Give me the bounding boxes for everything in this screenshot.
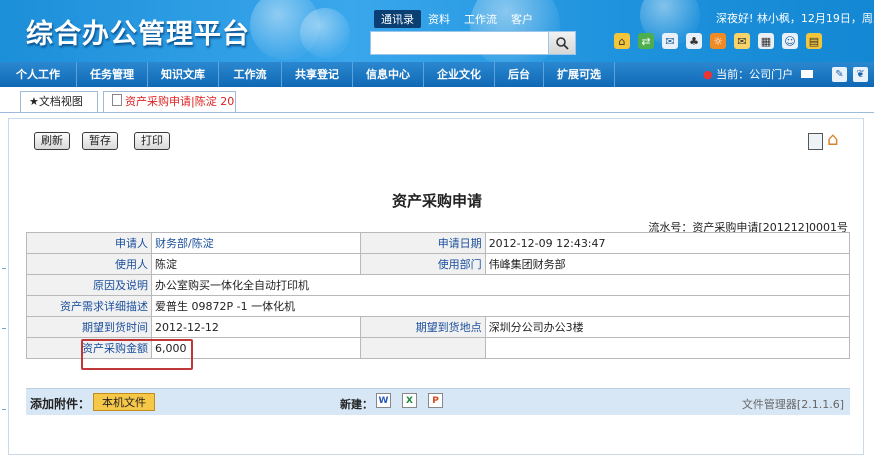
tab-document-view[interactable]: ★文档视图 xyxy=(20,91,98,112)
save-draft-button[interactable]: 暂存 xyxy=(82,132,118,150)
amount-highlight-box xyxy=(81,339,193,370)
mail-icon[interactable]: ✉ xyxy=(734,33,750,49)
sun-icon[interactable]: ☼ xyxy=(710,33,726,49)
quick-icons: ⌂ ⇄ ✉ ♣ ☼ ✉ ▦ ☺ ▤ xyxy=(614,33,822,49)
excel-doc-icon[interactable]: X xyxy=(402,393,417,408)
value-reason: 办公室购买一体化全自动打印机 xyxy=(151,274,850,296)
search-button[interactable] xyxy=(548,31,576,55)
top-tab-materials[interactable]: 资料 xyxy=(421,10,457,28)
new-label: 新建： xyxy=(340,398,373,411)
nav-knowledge-library[interactable]: 知识文库 xyxy=(148,62,219,87)
leaf-icon[interactable]: ❦ xyxy=(853,67,868,82)
app-header: 综合办公管理平台 通讯录 资料 工作流 客户 深夜好! 林小枫，12月19日，周… xyxy=(0,0,874,62)
table-row: 使用人 陈淀 使用部门 伟峰集团财务部 xyxy=(26,253,851,275)
top-tab-customers[interactable]: 客户 xyxy=(504,10,540,28)
attachment-label: 添加附件： xyxy=(30,397,91,411)
label-empty xyxy=(359,337,486,359)
search-input[interactable] xyxy=(370,31,576,55)
top-tab-contacts[interactable]: 通讯录 xyxy=(374,10,421,28)
dot-icon: ● xyxy=(703,68,713,81)
pencil-icon[interactable]: ✎ xyxy=(832,67,847,82)
attachment-bar: 添加附件： 本机文件 新建： W X P 文件管理器[2.1.1.6] xyxy=(26,388,850,415)
nav-shared-register[interactable]: 共享登记 xyxy=(282,62,353,87)
label-description: 资产需求详细描述 xyxy=(26,295,152,317)
side-marker xyxy=(2,268,6,269)
table-row: 资产需求详细描述 爱普生 09872P -1 一体化机 xyxy=(26,295,850,317)
sync-icon[interactable]: ⇄ xyxy=(638,33,654,49)
file-manager-link[interactable]: 文件管理器[2.1.1.6] xyxy=(742,396,844,412)
app-logo: 综合办公管理平台 xyxy=(26,19,250,50)
top-tab-workflow[interactable]: 工作流 xyxy=(457,10,504,28)
label-applicant: 申请人 xyxy=(26,232,152,254)
nav-extensions[interactable]: 扩展可选 xyxy=(544,62,615,87)
search-icon xyxy=(556,37,569,50)
nav-task-management[interactable]: 任务管理 xyxy=(77,62,148,87)
home-icon[interactable]: ⌂ xyxy=(827,131,838,149)
table-row: 申请人 财务部/陈淀 申请日期 2012-12-09 12:43:47 xyxy=(26,232,851,254)
user-card-icon[interactable]: ☺ xyxy=(782,33,798,49)
side-marker xyxy=(2,409,6,410)
value-apply-date: 2012-12-09 12:43:47 xyxy=(484,232,851,254)
document-tab-bar: ★文档视图 资产采购申请|陈淀 20 xyxy=(0,87,874,113)
tab-asset-purchase[interactable]: 资产采购申请|陈淀 20 xyxy=(103,91,236,112)
value-applicant[interactable]: 财务部/陈淀 xyxy=(151,232,361,254)
nav-backend[interactable]: 后台 xyxy=(495,62,544,87)
note-icon[interactable]: ▤ xyxy=(806,33,822,49)
shirt-icon[interactable]: ♣ xyxy=(686,33,702,49)
label-apply-date: 申请日期 xyxy=(359,232,486,254)
label-expected-arrival-place: 期望到货地点 xyxy=(359,316,486,338)
value-expected-arrival-time: 2012-12-12 xyxy=(151,316,361,338)
calendar-icon[interactable]: ▦ xyxy=(758,33,774,49)
nav-corporate-culture[interactable]: 企业文化 xyxy=(424,62,495,87)
monitor-icon xyxy=(800,70,813,78)
table-row: 期望到货时间 2012-12-12 期望到货地点 深圳分公司办公3楼 xyxy=(26,316,851,338)
print-button[interactable]: 打印 xyxy=(134,132,170,150)
value-description: 爱普生 09872P -1 一体化机 xyxy=(151,295,850,317)
nav-workflow[interactable]: 工作流 xyxy=(219,62,282,87)
label-expected-arrival-time: 期望到货时间 xyxy=(26,316,152,338)
form-title: 资产采购申请 xyxy=(391,192,482,210)
nav-info-center[interactable]: 信息中心 xyxy=(353,62,424,87)
local-file-button[interactable]: 本机文件 xyxy=(93,393,155,411)
message-icon[interactable]: ✉ xyxy=(662,33,678,49)
home-icon[interactable]: ⌂ xyxy=(614,33,630,49)
value-use-department: 伟峰集团财务部 xyxy=(484,253,851,275)
powerpoint-doc-icon[interactable]: P xyxy=(428,393,443,408)
nav-tool-icons: ✎ ❦ xyxy=(832,67,868,82)
table-row: 原因及说明 办公室购买一体化全自动打印机 xyxy=(26,274,850,296)
export-icon[interactable] xyxy=(808,133,823,150)
side-marker xyxy=(2,328,6,329)
document-icon xyxy=(112,94,122,106)
value-expected-arrival-place: 深圳分公司办公3楼 xyxy=(484,316,851,338)
top-tabs: 通讯录 资料 工作流 客户 xyxy=(374,10,540,28)
value-empty xyxy=(484,337,851,359)
word-doc-icon[interactable]: W xyxy=(376,393,391,408)
label-use-department: 使用部门 xyxy=(359,253,486,275)
greeting-text: 深夜好! 林小枫，12月19日，周三 xyxy=(716,12,874,25)
label-reason: 原因及说明 xyxy=(26,274,152,296)
current-portal[interactable]: ● 当前：公司门户 xyxy=(703,62,813,87)
label-user: 使用人 xyxy=(26,253,152,275)
refresh-button[interactable]: 刷新 xyxy=(34,132,70,150)
nav-personal-work[interactable]: 个人工作 xyxy=(0,62,77,87)
value-user: 陈淀 xyxy=(151,253,361,275)
